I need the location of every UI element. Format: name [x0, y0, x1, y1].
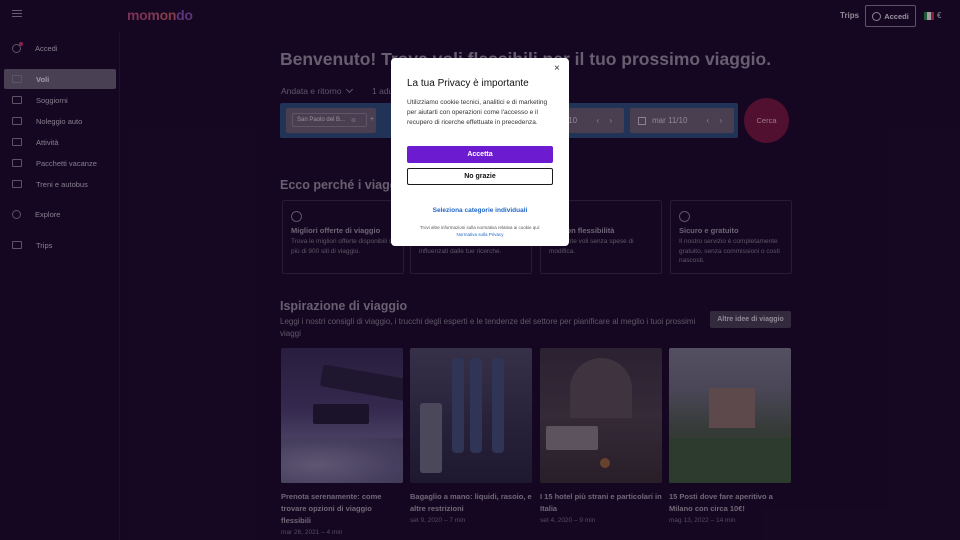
close-icon[interactable]: ×: [554, 63, 560, 74]
privacy-modal: × La tua Privacy è importante Utilizziam…: [391, 58, 569, 246]
modal-info: Trovi altre informazioni sulla normativa…: [403, 224, 557, 238]
modal-text: Utilizziamo cookie tecnici, analitici e …: [407, 99, 548, 126]
modal-title: La tua Privacy è importante: [407, 78, 529, 89]
select-categories-link[interactable]: Seleziona categorie individuali: [407, 207, 553, 214]
modal-info-text: Trovi altre informazioni sulla normativa…: [419, 225, 541, 230]
deny-button[interactable]: No grazie: [407, 168, 553, 185]
privacy-policy-link[interactable]: Normativa sulla Privacy: [403, 231, 557, 238]
accept-button[interactable]: Accetta: [407, 146, 553, 163]
